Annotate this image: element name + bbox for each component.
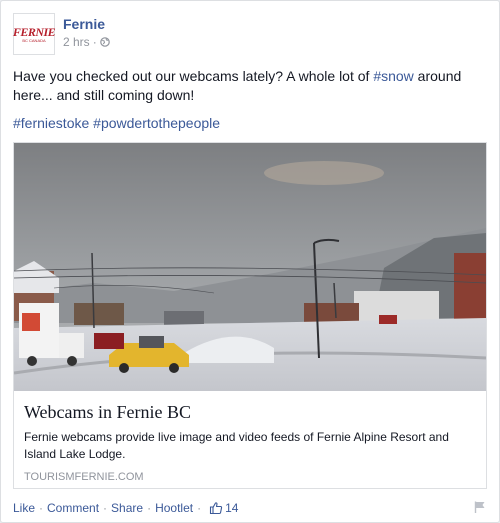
- attachment-description: Fernie webcams provide live image and vi…: [24, 430, 449, 461]
- post-card: FERNIE BC CANADA Fernie 2 hrs · Have you…: [0, 0, 500, 523]
- header-text: Fernie 2 hrs ·: [63, 13, 110, 57]
- hashtag-line: #ferniestoke #powdertothepeople: [13, 114, 220, 133]
- like-button[interactable]: Like: [13, 501, 35, 515]
- action-bar: Like · Comment · Share · Hootlet · 14: [13, 499, 487, 517]
- attachment-body: Webcams in Fernie BC Fernie webcams prov…: [14, 391, 486, 483]
- message-text-start: Have you checked out our webcams lately?…: [13, 68, 374, 84]
- meta-separator: ·: [92, 35, 97, 49]
- share-button[interactable]: Share: [111, 501, 143, 515]
- globe-icon: [99, 37, 110, 47]
- comment-button[interactable]: Comment: [47, 501, 99, 515]
- attachment-domain: TOURISMFERNIE.COM: [24, 471, 144, 483]
- page-avatar[interactable]: FERNIE BC CANADA: [12, 13, 56, 55]
- like-count[interactable]: 14: [209, 501, 238, 515]
- hashtag-powdertothepeople-link[interactable]: #powdertothepeople: [93, 115, 220, 131]
- action-separator: ·: [147, 501, 152, 515]
- post-timestamp[interactable]: 2 hrs: [63, 35, 90, 49]
- hashtag-snow-link[interactable]: #snow: [373, 68, 413, 84]
- attachment-title[interactable]: Webcams in Fernie BC: [24, 401, 476, 423]
- logo-wordmark: FERNIE: [12, 24, 56, 39]
- thumbs-up-icon: [210, 502, 223, 515]
- hootlet-button[interactable]: Hootlet: [155, 501, 193, 515]
- action-separator: ·: [39, 501, 44, 515]
- link-attachment[interactable]: Webcams in Fernie BC Fernie webcams prov…: [13, 142, 487, 489]
- page-name-link[interactable]: Fernie: [63, 16, 110, 32]
- logo-subtext: BC CANADA: [22, 37, 46, 43]
- post-meta: 2 hrs ·: [63, 35, 110, 49]
- flag-icon[interactable]: [473, 500, 487, 514]
- like-count-number: 14: [225, 501, 239, 515]
- action-separator: ·: [103, 501, 108, 515]
- action-separator: ·: [197, 501, 202, 515]
- post-message: Have you checked out our webcams lately?…: [13, 67, 483, 105]
- webcam-photo[interactable]: [14, 143, 486, 391]
- hashtag-ferniestoke-link[interactable]: #ferniestoke: [13, 115, 89, 131]
- post-header: FERNIE BC CANADA Fernie 2 hrs ·: [13, 13, 110, 57]
